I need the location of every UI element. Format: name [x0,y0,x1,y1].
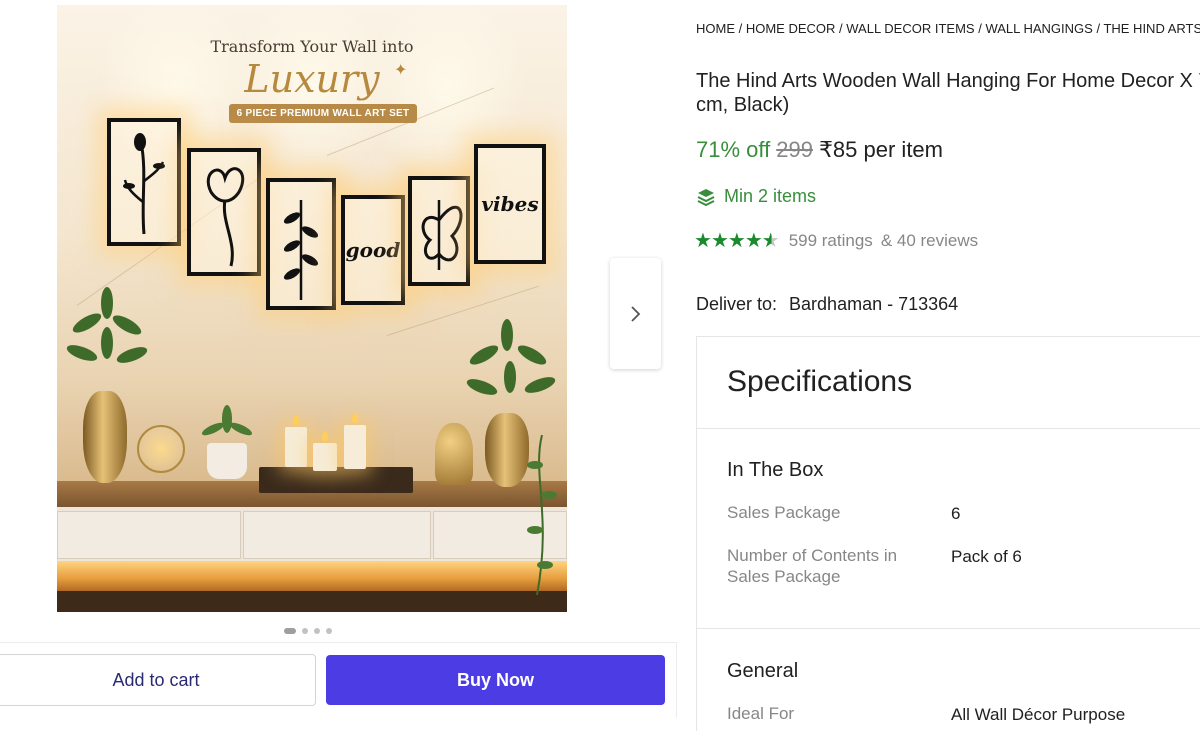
star-icon: ★ [694,230,712,252]
deliver-to-label: Deliver to: [696,294,778,314]
wall-frame-vibes: vibes [474,144,546,264]
half-star-icon: ★ [761,230,780,252]
product-title: The Hind Arts Wooden Wall Hanging For Ho… [696,70,1200,116]
wall-frame-good: good [341,195,405,305]
breadcrumb-separator: / [1092,21,1104,36]
carousel-dots [284,628,332,634]
chevron-right-icon [630,305,640,322]
wall-frame-flower [107,118,181,246]
cabinet-door [243,511,431,559]
spec-key: Ideal For [727,704,795,723]
spec-value: 6 [951,504,961,523]
star-rating: ★★★★★ [694,228,780,253]
led-light-strip [57,561,567,591]
discount-percent: 71% off [696,137,771,162]
cabinet [57,507,567,563]
spec-key: Number of Contents in Sales Package [727,546,898,586]
carousel-dot[interactable] [314,628,320,634]
breadcrumb-wall-hangings[interactable]: WALL HANGINGS [985,21,1092,36]
price-row: 71% off 299 ₹85 per item [696,137,943,163]
carousel-next-button[interactable] [610,258,661,369]
breadcrumb-current[interactable]: THE HIND ARTS W [1103,21,1200,36]
reviews-count: & 40 reviews [880,230,979,250]
promo-luxury-text: Luxury [244,57,380,101]
ratings-count: 599 ratings [788,230,873,250]
star-icon: ★ [744,230,763,252]
candle [285,427,307,467]
carousel-dot[interactable] [326,628,332,634]
plant-left-icon [66,287,148,363]
add-to-cart-button[interactable]: Add to cart [0,654,316,706]
delivery-location[interactable]: Deliver to: Bardhaman - 713364 [696,294,958,315]
specifications-card: Specifications In The Box Sales Package … [696,336,1200,731]
frame-word-vibes: vibes [481,192,539,216]
candle-flame [352,413,358,423]
rating-row[interactable]: ★★★★★ 599 ratings & 40 reviews [694,228,978,253]
star-icon: ★ [727,230,746,252]
breadcrumb-separator: / [735,21,746,36]
wall-frame-butterfly [408,176,470,286]
frame-word-good: good [345,238,401,262]
selling-price: ₹85 per item [818,137,943,162]
leaf-branch-icon [283,200,319,300]
delivery-pincode: Bardhaman - 713364 [789,294,959,314]
breadcrumb-wall-decor-items[interactable]: WALL DECOR ITEMS [846,21,974,36]
buddha-statue [435,423,473,485]
candle [313,443,337,471]
white-pot [207,443,247,479]
breadcrumb-home[interactable]: HOME [696,21,735,36]
candle-flame [322,431,328,441]
divider [697,428,1200,429]
carousel-dot-active[interactable] [284,628,296,634]
candle-flame [293,415,299,425]
spec-value: Pack of 6 [951,547,1022,566]
divider [0,642,677,643]
wall-frame-rose [187,148,261,276]
breadcrumb: HOME / HOME DECOR / WALL DECOR ITEMS / W… [696,21,1200,36]
original-price: 299 [776,137,813,162]
star-icon: ★ [710,230,729,252]
trailing-vine-icon [527,435,557,596]
cabinet-door [57,511,241,559]
wall-frame-leaves [266,178,336,310]
gold-lantern [137,425,185,473]
gold-vase [83,391,127,483]
buy-now-button[interactable]: Buy Now [326,655,665,705]
divider [697,628,1200,629]
butterfly-icon [421,200,463,270]
candle [344,425,366,469]
layers-icon [697,188,715,206]
spec-value: All Wall Décor Purpose [951,705,1126,724]
promo-badge: 6 PIECE PREMIUM WALL ART SET [229,104,417,123]
min-items-note: Min 2 items [696,186,816,207]
candle-tray [259,467,413,493]
spec-group-title: In The Box [727,459,824,481]
carousel-dot[interactable] [302,628,308,634]
promo-heading: Transform Your Wall into [210,37,414,56]
divider [676,643,677,718]
product-image[interactable]: Transform Your Wall into Luxury ✦ 6 PIEC… [57,5,567,612]
plant-right-icon [466,319,556,395]
flower-stem-icon [123,133,165,235]
breadcrumb-separator: / [835,21,847,36]
breadcrumb-home-decor[interactable]: HOME DECOR [746,21,836,36]
breadcrumb-separator: / [974,21,986,36]
floor [57,591,567,612]
spec-group-title: General [727,660,799,682]
spec-key: Sales Package [727,503,841,522]
min-items-label: Min 2 items [724,186,817,206]
sparkle-icon: ✦ [394,62,408,79]
specifications-heading: Specifications [727,365,913,398]
rose-icon [206,167,245,267]
